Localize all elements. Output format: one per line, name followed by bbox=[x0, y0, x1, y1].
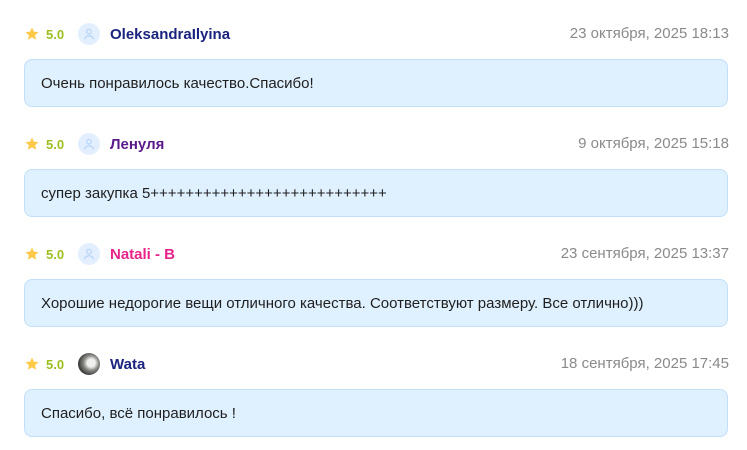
rating-value: 5.0 bbox=[46, 136, 65, 152]
star-icon bbox=[24, 246, 40, 262]
rating-value: 5.0 bbox=[46, 356, 65, 372]
rating-value: 5.0 bbox=[46, 26, 65, 42]
review-header: 5.0 Ленуля 9 октября, 2025 15:18 bbox=[24, 133, 729, 155]
review-text: Хорошие недорогие вещи отличного качеств… bbox=[24, 279, 728, 327]
user-placeholder-icon[interactable] bbox=[78, 243, 100, 265]
username-link[interactable]: Natali - B bbox=[110, 246, 175, 263]
review-item: 5.0 Ленуля 9 октября, 2025 15:18 супер з… bbox=[24, 133, 729, 217]
star-icon bbox=[24, 356, 40, 372]
star-icon bbox=[24, 26, 40, 42]
review-date: 23 сентября, 2025 13:37 bbox=[560, 245, 729, 262]
review-text: Очень понравилось качество.Спасибо! bbox=[24, 59, 728, 107]
review-header: 5.0 Wata 18 сентября, 2025 17:45 bbox=[24, 353, 729, 375]
review-header: 5.0 Natali - B 23 сентября, 2025 13:37 bbox=[24, 243, 729, 265]
star-icon bbox=[24, 136, 40, 152]
user-placeholder-icon[interactable] bbox=[78, 23, 100, 45]
review-date: 18 сентября, 2025 17:45 bbox=[560, 355, 729, 372]
review-item: 5.0 Natali - B 23 сентября, 2025 13:37 Х… bbox=[24, 243, 729, 327]
review-header: 5.0 OleksandraIlyina 23 октября, 2025 18… bbox=[24, 23, 729, 45]
user-placeholder-icon[interactable] bbox=[78, 133, 100, 155]
reviews-list: 5.0 OleksandraIlyina 23 октября, 2025 18… bbox=[0, 0, 747, 450]
rating-value: 5.0 bbox=[46, 246, 65, 262]
username-link[interactable]: Wata bbox=[110, 356, 145, 373]
user-avatar-photo[interactable] bbox=[78, 353, 100, 375]
review-text: Спасибо, всё понравилось ! bbox=[24, 389, 728, 437]
username-link[interactable]: OleksandraIlyina bbox=[110, 26, 230, 43]
review-date: 9 октября, 2025 15:18 bbox=[578, 135, 729, 152]
username-link[interactable]: Ленуля bbox=[110, 136, 164, 153]
review-date: 23 октября, 2025 18:13 bbox=[569, 25, 729, 42]
review-item: 5.0 Wata 18 сентября, 2025 17:45 Спасибо… bbox=[24, 353, 729, 437]
review-item: 5.0 OleksandraIlyina 23 октября, 2025 18… bbox=[24, 23, 729, 107]
review-text: супер закупка 5+++++++++++++++++++++++++… bbox=[24, 169, 728, 217]
